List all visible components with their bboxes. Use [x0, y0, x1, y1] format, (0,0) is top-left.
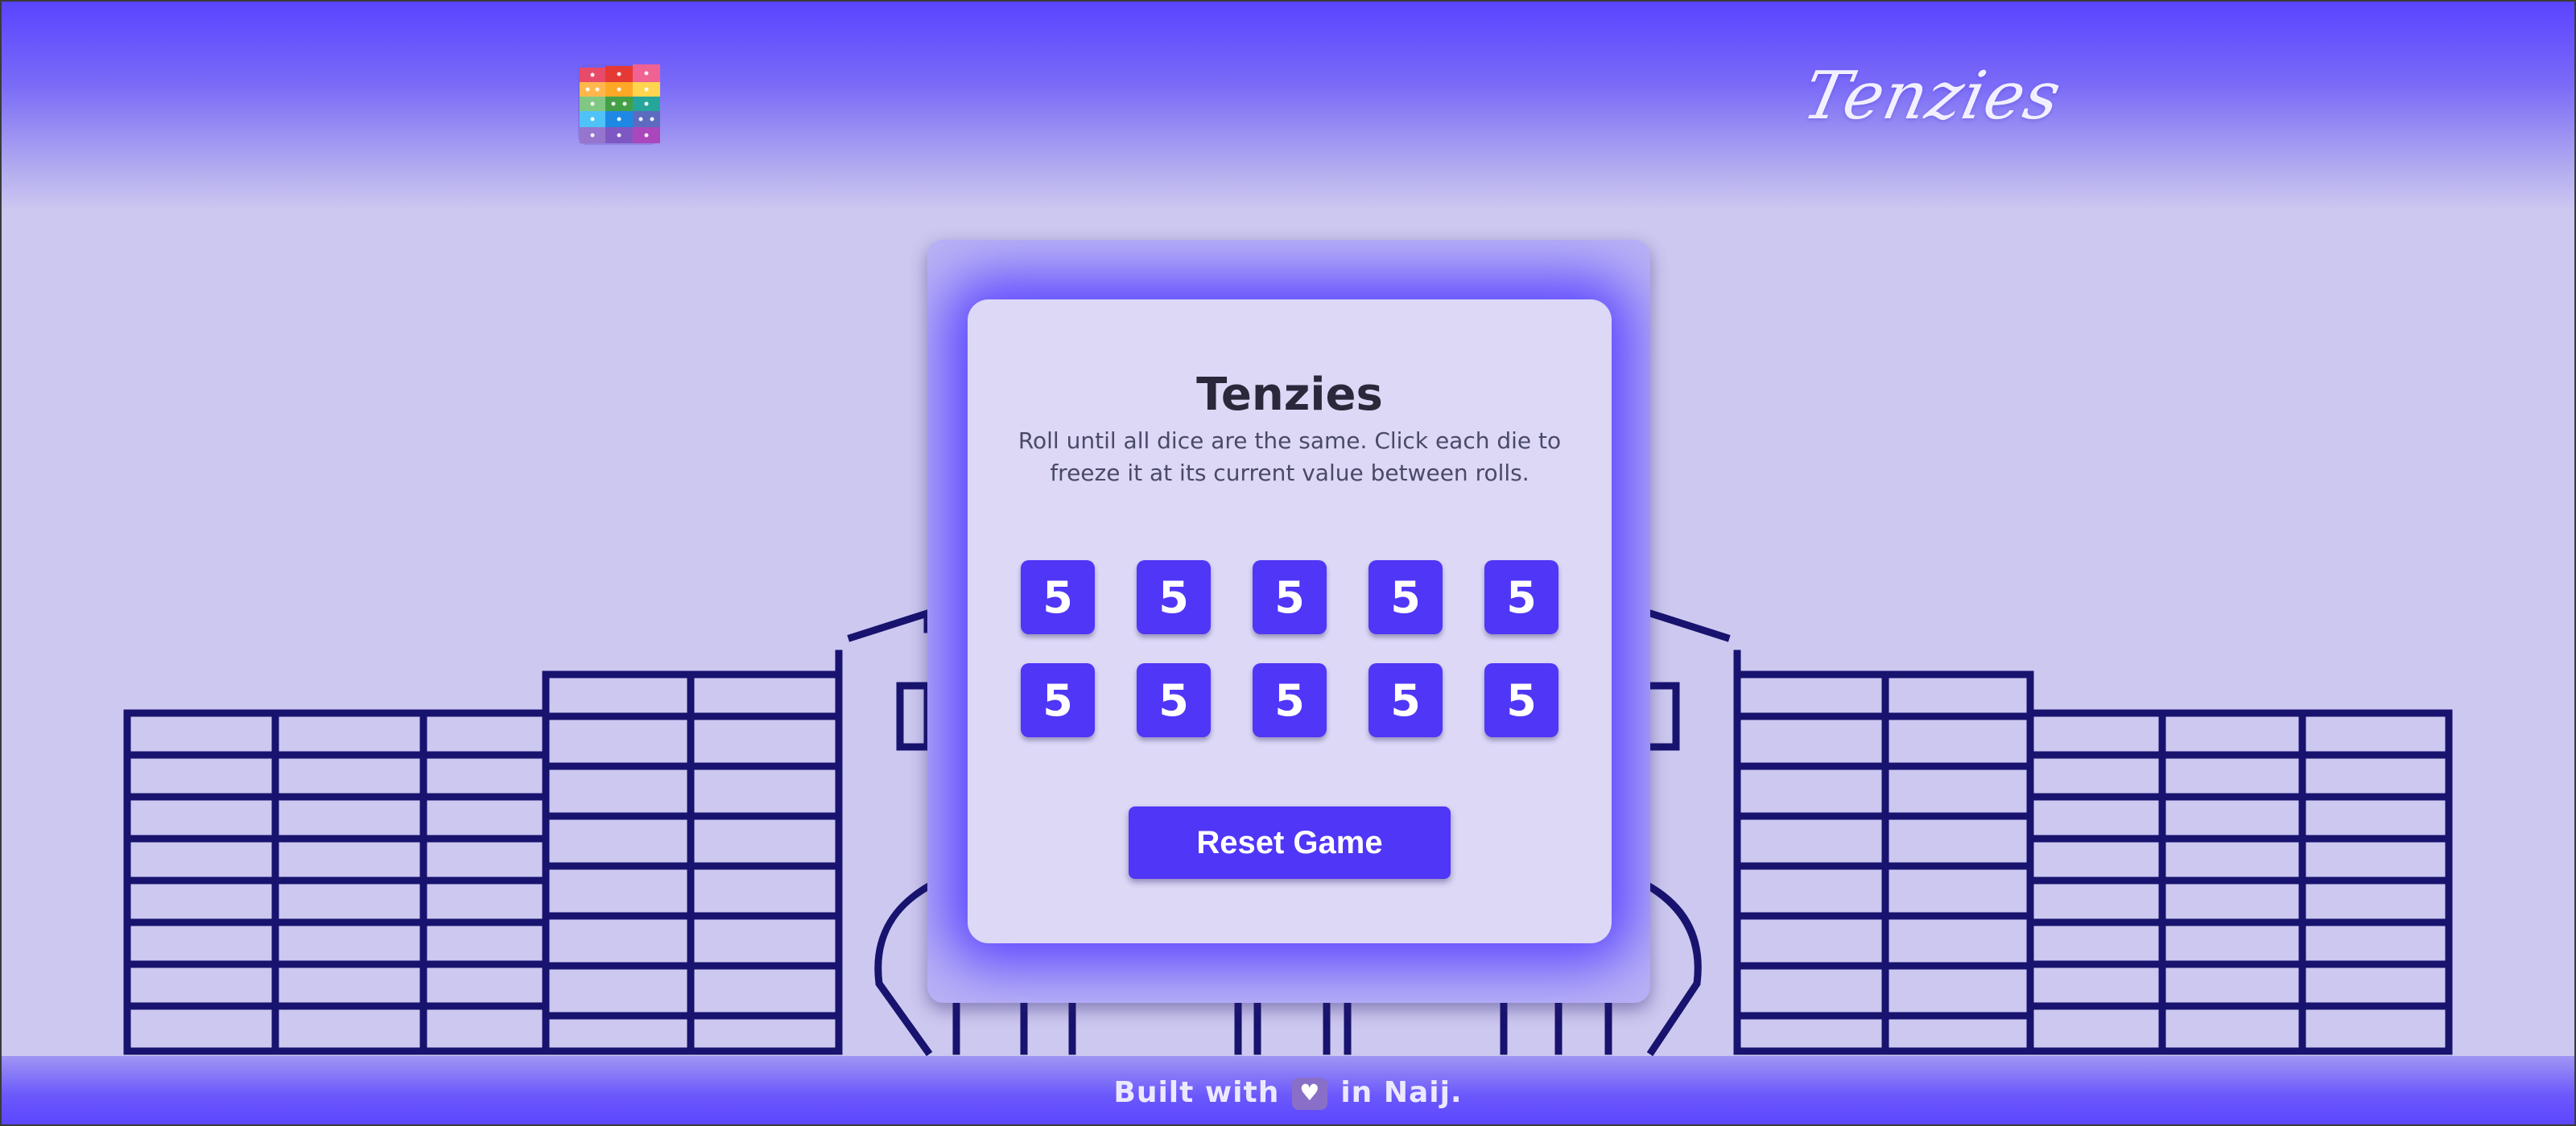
footer: Built with ♥ in Naij. — [2, 1056, 2574, 1124]
header: Tenzies — [2, 2, 2574, 211]
footer-suffix: in Naij. — [1340, 1075, 1463, 1109]
die-2[interactable]: 5 — [1137, 560, 1211, 634]
die-4[interactable]: 5 — [1368, 560, 1443, 634]
die-1[interactable]: 5 — [1021, 560, 1095, 634]
page-root: Tenzies Tenzies Roll until all dice are … — [2, 2, 2574, 1124]
die-7[interactable]: 5 — [1137, 663, 1211, 737]
die-8[interactable]: 5 — [1253, 663, 1327, 737]
footer-prefix: Built with — [1113, 1075, 1280, 1109]
brand-title: Tenzies — [1796, 58, 2068, 134]
game-panel: Tenzies Roll until all dice are the same… — [968, 299, 1612, 943]
heart-icon: ♥ — [1292, 1078, 1328, 1110]
die-5[interactable]: 5 — [1484, 560, 1558, 634]
dice-stack-logo-icon — [578, 64, 660, 145]
die-10[interactable]: 5 — [1484, 663, 1558, 737]
game-card: Tenzies Roll until all dice are the same… — [927, 240, 1650, 1003]
die-6[interactable]: 5 — [1021, 663, 1095, 737]
die-9[interactable]: 5 — [1368, 663, 1443, 737]
game-instructions: Roll until all dice are the same. Click … — [1018, 427, 1562, 486]
reset-game-button[interactable]: Reset Game — [1129, 806, 1451, 879]
die-3[interactable]: 5 — [1253, 560, 1327, 634]
game-title: Tenzies — [1196, 369, 1383, 421]
dice-grid: 5 5 5 5 5 5 5 5 5 5 — [1021, 560, 1558, 737]
